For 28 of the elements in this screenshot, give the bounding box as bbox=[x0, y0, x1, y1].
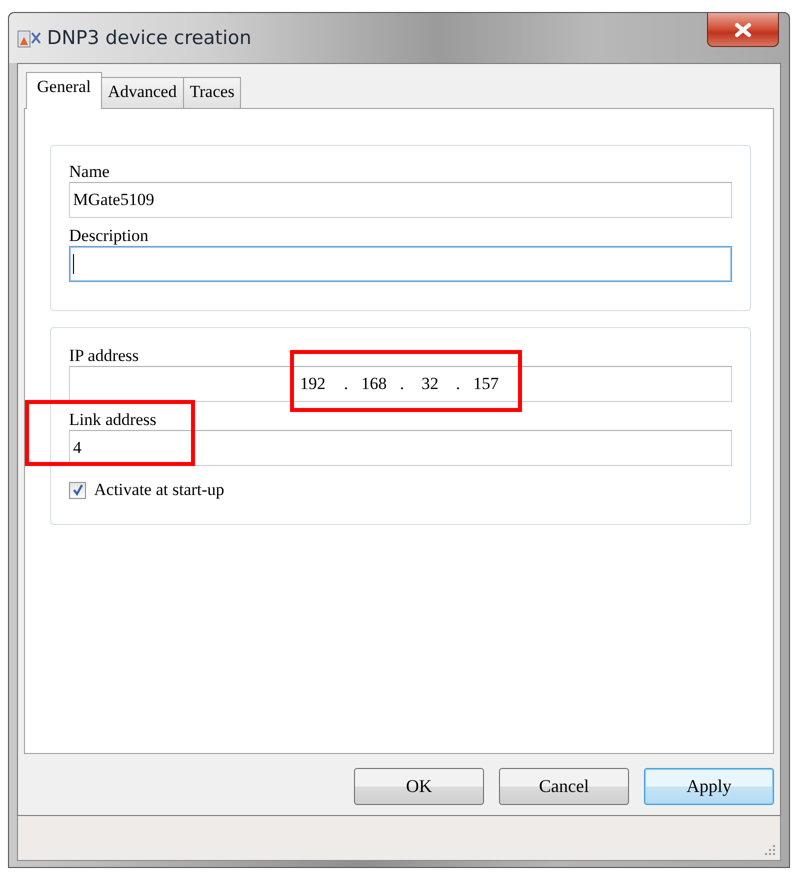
resize-grip-icon bbox=[764, 844, 776, 856]
ip-octet[interactable]: 32 bbox=[412, 374, 448, 394]
field-label: Link address bbox=[69, 410, 158, 430]
input-field[interactable] bbox=[69, 246, 732, 282]
octet-separator: . bbox=[454, 374, 462, 394]
input-field[interactable]: 4 bbox=[69, 430, 732, 466]
ip-octet[interactable]: 157 bbox=[468, 374, 504, 394]
octet-separator: . bbox=[398, 374, 406, 394]
dialog-button[interactable]: OK bbox=[354, 768, 484, 805]
close-icon bbox=[733, 22, 753, 38]
dialog-button[interactable]: Apply bbox=[644, 768, 774, 805]
text-cursor bbox=[73, 254, 74, 274]
window-title: DNP3 device creation bbox=[47, 27, 252, 49]
ip-octet[interactable]: 192 bbox=[300, 374, 336, 394]
tab[interactable]: General bbox=[26, 72, 102, 109]
octet-separator: . bbox=[342, 374, 350, 394]
ip-address-field[interactable]: 192 . 168 . 32 . 157 bbox=[69, 366, 732, 402]
input-field[interactable]: MGate5109 bbox=[69, 182, 732, 218]
close-button[interactable] bbox=[707, 13, 779, 47]
field-label: Name bbox=[69, 162, 111, 182]
ip-octet[interactable]: 168 bbox=[356, 374, 392, 394]
checkbox[interactable] bbox=[69, 482, 86, 498]
field-label: IP address bbox=[69, 346, 140, 366]
tab[interactable]: Advanced bbox=[100, 77, 184, 108]
checkbox-label: Activate at start-up bbox=[94, 480, 224, 500]
field-label: Description bbox=[69, 226, 150, 246]
tab[interactable]: Traces bbox=[182, 77, 242, 108]
dialog-button[interactable]: Cancel bbox=[499, 768, 629, 805]
